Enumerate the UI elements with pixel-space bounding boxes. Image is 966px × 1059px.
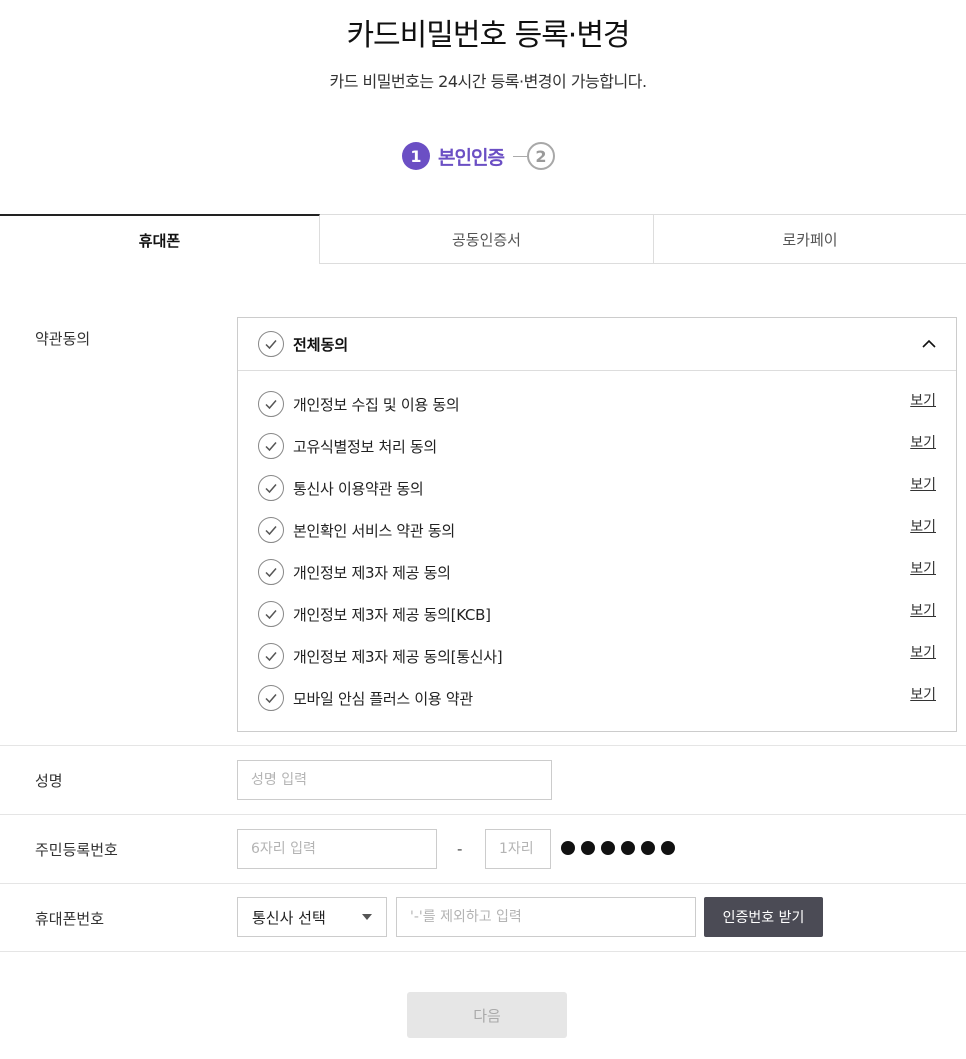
next-button[interactable]: 다음	[407, 992, 567, 1038]
check-icon	[265, 340, 277, 350]
term-view-link[interactable]: 보기	[910, 600, 936, 620]
carrier-select[interactable]: 통신사 선택	[237, 897, 387, 937]
term-label: 고유식별정보 처리 동의	[293, 437, 437, 456]
term-view-link[interactable]: 보기	[910, 390, 936, 410]
rrn-separator: -	[457, 840, 463, 858]
term-checkbox[interactable]	[258, 601, 284, 627]
all-agree-row[interactable]: 전체동의	[238, 318, 956, 371]
term-label: 개인정보 제3자 제공 동의[KCB]	[293, 605, 491, 624]
mask-dot	[621, 841, 635, 855]
terms-label: 약관동의	[35, 330, 91, 348]
mask-dot	[601, 841, 615, 855]
step-2-number: 2	[526, 142, 555, 170]
mask-dot	[581, 841, 595, 855]
rrn-masked-digits	[561, 841, 681, 855]
tab-phone[interactable]: 휴대폰	[0, 214, 320, 264]
check-icon	[265, 400, 277, 410]
row-divider	[0, 745, 966, 746]
mask-dot	[641, 841, 655, 855]
auth-method-tabs: 휴대폰 공동인증서 로카페이	[0, 214, 966, 264]
term-label: 개인정보 수집 및 이용 동의	[293, 395, 460, 414]
check-icon	[265, 526, 277, 536]
caret-down-icon	[362, 914, 372, 920]
row-divider	[0, 883, 966, 884]
chevron-up-icon[interactable]	[920, 335, 938, 353]
term-checkbox[interactable]	[258, 391, 284, 417]
term-label: 개인정보 제3자 제공 동의	[293, 563, 451, 582]
all-agree-label: 전체동의	[293, 335, 349, 354]
term-view-link[interactable]: 보기	[910, 642, 936, 662]
row-divider	[0, 814, 966, 815]
tab-certificate[interactable]: 공동인증서	[320, 214, 654, 264]
rrn-label: 주민등록번호	[35, 841, 118, 859]
check-icon	[265, 694, 277, 704]
page-subtitle: 카드 비밀번호는 24시간 등록·변경이 가능합니다.	[329, 72, 647, 91]
step-indicator: 1 본인인증 2	[402, 141, 555, 171]
term-item: 개인정보 제3자 제공 동의 보기	[258, 558, 936, 586]
term-item: 통신사 이용약관 동의 보기	[258, 474, 936, 502]
term-view-link[interactable]: 보기	[910, 558, 936, 578]
term-item: 모바일 안심 플러스 이용 약관 보기	[258, 684, 936, 712]
check-icon	[265, 442, 277, 452]
term-view-link[interactable]: 보기	[910, 474, 936, 494]
name-input[interactable]	[237, 760, 552, 800]
check-icon	[265, 610, 277, 620]
term-item: 개인정보 제3자 제공 동의[통신사] 보기	[258, 642, 936, 670]
term-item: 고유식별정보 처리 동의 보기	[258, 432, 936, 460]
phone-label: 휴대폰번호	[35, 910, 105, 928]
all-agree-checkbox[interactable]	[258, 331, 284, 357]
term-view-link[interactable]: 보기	[910, 516, 936, 536]
terms-box: 전체동의 개인정보 수집 및 이용 동의 보기 고유식별정보 처리 동의 보기 …	[237, 317, 957, 732]
term-label: 통신사 이용약관 동의	[293, 479, 424, 498]
step-connector	[512, 155, 527, 157]
term-label: 모바일 안심 플러스 이용 약관	[293, 689, 473, 708]
term-view-link[interactable]: 보기	[910, 684, 936, 704]
term-item: 본인확인 서비스 약관 동의 보기	[258, 516, 936, 544]
term-view-link[interactable]: 보기	[910, 432, 936, 452]
tab-lotte-pay[interactable]: 로카페이	[654, 214, 966, 264]
check-icon	[265, 484, 277, 494]
term-checkbox[interactable]	[258, 517, 284, 543]
term-checkbox[interactable]	[258, 559, 284, 585]
check-icon	[265, 652, 277, 662]
carrier-select-value: 통신사 선택	[252, 908, 326, 927]
term-label: 본인확인 서비스 약관 동의	[293, 521, 455, 540]
row-divider	[0, 951, 966, 952]
page-title: 카드비밀번호 등록·변경	[346, 18, 630, 53]
term-label: 개인정보 제3자 제공 동의[통신사]	[293, 647, 503, 666]
name-label: 성명	[35, 772, 63, 790]
rrn-front-input[interactable]	[237, 829, 437, 869]
rrn-back-input[interactable]	[485, 829, 551, 869]
step-1-label: 본인인증	[438, 146, 505, 169]
check-icon	[265, 568, 277, 578]
term-checkbox[interactable]	[258, 433, 284, 459]
request-code-button[interactable]: 인증번호 받기	[704, 897, 823, 937]
term-checkbox[interactable]	[258, 685, 284, 711]
term-item: 개인정보 제3자 제공 동의[KCB] 보기	[258, 600, 936, 628]
mask-dot	[561, 841, 575, 855]
step-1-number: 1	[402, 142, 430, 170]
mask-dot	[661, 841, 675, 855]
term-checkbox[interactable]	[258, 643, 284, 669]
term-item: 개인정보 수집 및 이용 동의 보기	[258, 390, 936, 418]
term-checkbox[interactable]	[258, 475, 284, 501]
phone-input[interactable]	[396, 897, 696, 937]
